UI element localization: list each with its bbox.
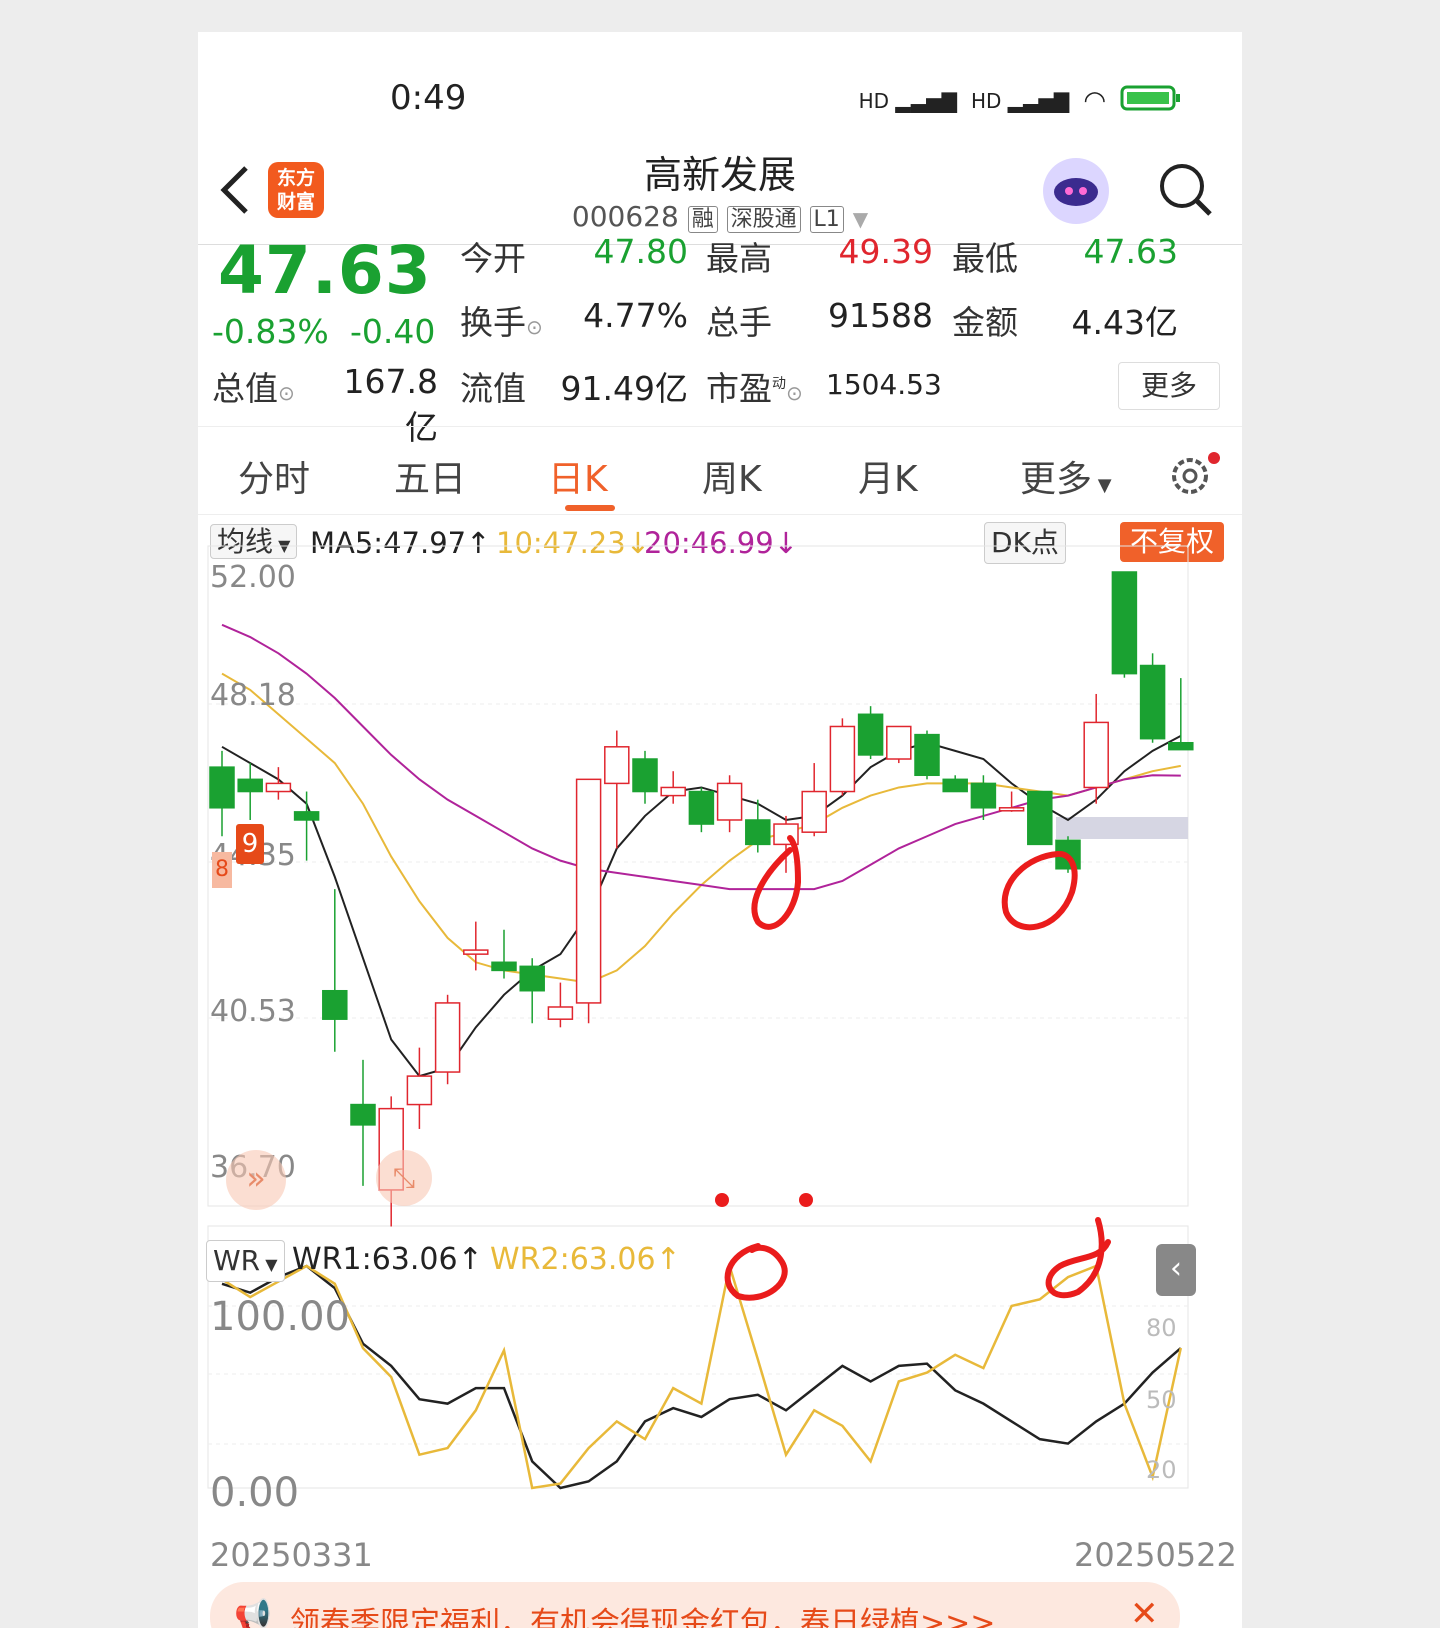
wr-axis-0: 0.00 xyxy=(210,1470,300,1516)
date-start: 20250331 xyxy=(210,1536,373,1574)
fullscreen-icon[interactable]: ⤡ xyxy=(376,1150,432,1206)
candle-body xyxy=(491,961,517,972)
candle-body xyxy=(519,965,545,992)
candle-body xyxy=(942,778,968,793)
candle-body xyxy=(293,811,320,821)
candle-body xyxy=(265,782,292,793)
close-icon[interactable]: ✕ xyxy=(1130,1594,1159,1628)
candle-body xyxy=(998,807,1025,812)
candle-body xyxy=(406,1075,433,1106)
candle-body xyxy=(857,713,884,756)
wr2-line xyxy=(221,1264,1183,1490)
megaphone-icon: 📢 xyxy=(234,1598,272,1628)
wr-selector-button[interactable]: WR ▼ xyxy=(206,1240,285,1282)
collapse-panel-icon[interactable]: ‹ xyxy=(1156,1244,1196,1296)
candle-body xyxy=(1168,741,1194,751)
candle-body xyxy=(688,790,715,825)
candle-body xyxy=(575,778,602,1004)
candle-body xyxy=(1027,790,1053,846)
candle-body xyxy=(1139,664,1166,740)
candle-body xyxy=(237,778,263,793)
candle-body xyxy=(209,766,235,809)
candle-body xyxy=(604,746,630,785)
dk-band xyxy=(1056,817,1188,839)
kline-chart[interactable] xyxy=(198,32,1242,1628)
wr1-label: WR1:63.06↑ xyxy=(292,1242,483,1277)
candle-body xyxy=(434,1002,461,1073)
candle-body xyxy=(716,782,743,821)
date-end: 20250522 xyxy=(1074,1536,1237,1574)
scroll-forward-icon[interactable]: » xyxy=(226,1150,286,1210)
candle-body xyxy=(463,949,489,955)
candle-body xyxy=(801,790,827,833)
annotation-dot xyxy=(799,1193,813,1207)
wr-axis-80: 80 xyxy=(1146,1314,1177,1342)
candle-body xyxy=(632,758,658,793)
axis-label-4: 40.53 xyxy=(210,994,296,1029)
candle-body xyxy=(914,733,940,777)
candle-body xyxy=(322,989,348,1020)
candle-body xyxy=(1111,571,1138,675)
candle-body xyxy=(547,1006,574,1020)
candle-body xyxy=(886,725,912,760)
nine-turn-badge: 9 xyxy=(236,824,264,864)
wr2-label: WR2:63.06↑ xyxy=(490,1242,681,1277)
candle-body xyxy=(745,819,771,846)
annotation-dot xyxy=(715,1193,729,1207)
axis-label-2: 48.18 xyxy=(210,678,296,713)
banner-text: 领春季限定福利，有机会得现金红包，春日绿植>>> xyxy=(290,1606,996,1628)
candle-body xyxy=(829,725,856,793)
ma5-line xyxy=(221,734,1182,1078)
axis-label-high: 52.00 xyxy=(210,560,296,595)
ma20-line xyxy=(221,623,1181,891)
wr-axis-50: 50 xyxy=(1146,1386,1177,1414)
eight-badge: 8 xyxy=(212,852,232,888)
candle-body xyxy=(350,1103,376,1126)
candle-body xyxy=(970,782,997,809)
phone-screen: 0:49 HD ▂▃▅▇ HD ▂▃▅▇ ◠ 东方 财富 高新发展 000628 … xyxy=(198,32,1242,1628)
candle-body xyxy=(1083,721,1109,789)
wr-axis-20: 20 xyxy=(1146,1456,1177,1484)
candle-body xyxy=(660,786,686,797)
promo-banner[interactable]: 📢 领春季限定福利，有机会得现金红包，春日绿植>>> ✕ xyxy=(210,1582,1180,1628)
wr-axis-100: 100.00 xyxy=(210,1294,350,1340)
annotation-circle xyxy=(751,835,802,930)
